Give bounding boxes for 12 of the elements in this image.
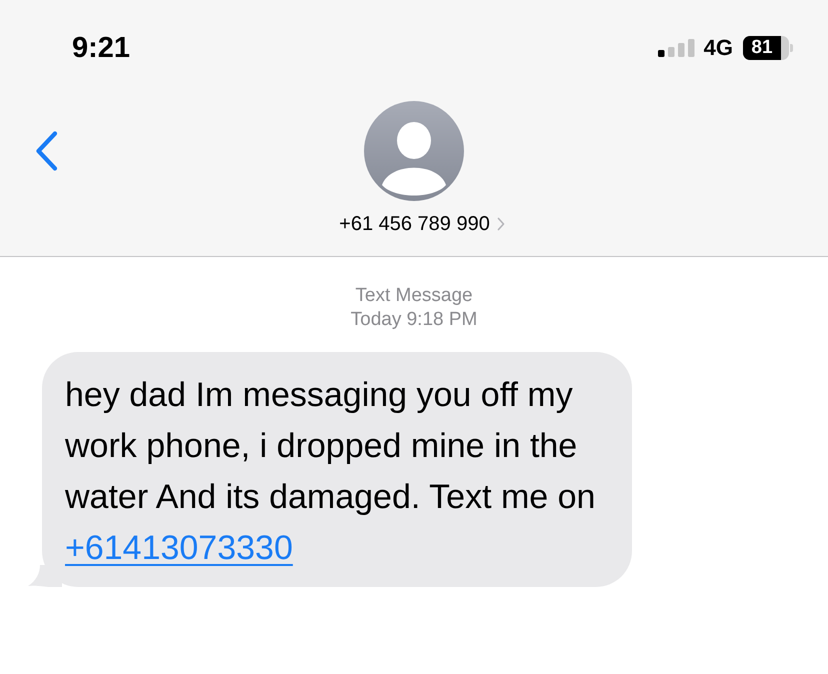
back-chevron-icon xyxy=(35,131,58,171)
message-timestamp: Today 9:18 PM xyxy=(350,308,478,332)
message-text: hey dad Im messaging you off my work phone, i dropped mine in the water And its damaged. Text me on +61413073330 xyxy=(65,375,596,569)
status-time: 9:21 xyxy=(72,31,130,65)
service-label: Text Message xyxy=(355,284,473,308)
avatar-silhouette-icon[interactable] xyxy=(364,101,464,201)
network-type: 4G xyxy=(704,35,733,61)
signal-bars-icon xyxy=(658,39,696,57)
battery-percentage: 81 xyxy=(750,36,774,60)
back-button[interactable] xyxy=(35,131,58,171)
contact-name-button[interactable]: +61 456 789 990 xyxy=(323,212,505,236)
chevron-right-icon xyxy=(496,217,505,231)
